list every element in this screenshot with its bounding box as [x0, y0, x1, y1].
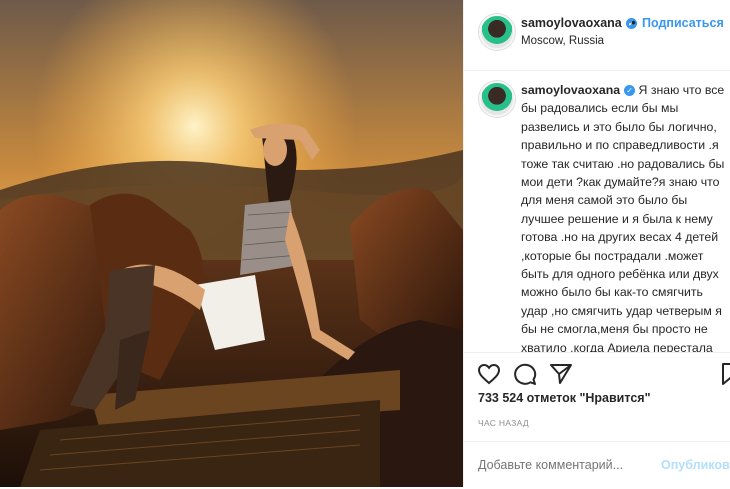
- separator-dot: •: [631, 14, 636, 30]
- post-header: samoylovaoxana ✓ • Подписаться Moscow, Ru…: [464, 0, 730, 71]
- caption-verified-icon: ✓: [624, 85, 636, 96]
- caption-section: samoylovaoxana ✓ Я знаю что все бы радова…: [464, 71, 730, 352]
- action-bar: 733 524 отметок "Нравится" ЧАС НАЗАД Опу…: [464, 352, 730, 488]
- caption-avatar[interactable]: [479, 81, 515, 117]
- instagram-post: samoylovaoxana ✓ • Подписаться Moscow, Ru…: [0, 0, 730, 487]
- bookmark-icon[interactable]: [722, 363, 730, 385]
- follow-button[interactable]: Подписаться: [642, 16, 724, 30]
- photo-image: [0, 0, 463, 487]
- publish-button[interactable]: Опубликовать: [661, 458, 730, 472]
- post-location[interactable]: Moscow, Russia: [521, 35, 604, 47]
- author-username[interactable]: samoylovaoxana ✓: [521, 16, 637, 30]
- post-photo[interactable]: [0, 0, 463, 487]
- author-avatar[interactable]: [479, 14, 515, 50]
- caption-body: samoylovaoxana ✓ Я знаю что все бы радова…: [521, 81, 726, 352]
- comment-input[interactable]: [478, 458, 648, 472]
- post-sidebar: samoylovaoxana ✓ • Подписаться Moscow, Ru…: [463, 0, 730, 487]
- comment-bar: Опубликовать: [464, 441, 730, 489]
- author-username-text[interactable]: samoylovaoxana: [521, 16, 622, 30]
- share-icon[interactable]: [549, 363, 573, 385]
- comment-icon[interactable]: [513, 363, 537, 385]
- heart-icon[interactable]: [477, 363, 501, 385]
- caption-text: Я знаю что все бы радовались если бы мы …: [521, 83, 725, 352]
- post-timestamp[interactable]: ЧАС НАЗАД: [478, 418, 529, 428]
- likes-count[interactable]: 733 524 отметок "Нравится": [478, 391, 651, 405]
- caption-username[interactable]: samoylovaoxana: [521, 83, 620, 97]
